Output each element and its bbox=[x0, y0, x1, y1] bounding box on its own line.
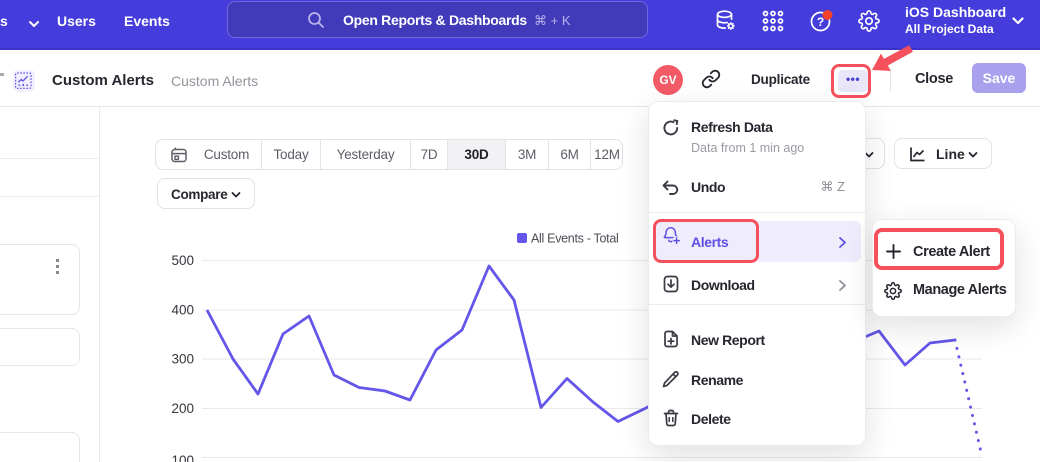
svg-text:400: 400 bbox=[171, 303, 194, 318]
svg-text:500: 500 bbox=[171, 253, 194, 268]
svg-text:100: 100 bbox=[171, 453, 194, 462]
svg-text:300: 300 bbox=[171, 352, 194, 367]
svg-text:200: 200 bbox=[171, 401, 194, 416]
svg-text:All Events - Total: All Events - Total bbox=[531, 232, 618, 246]
